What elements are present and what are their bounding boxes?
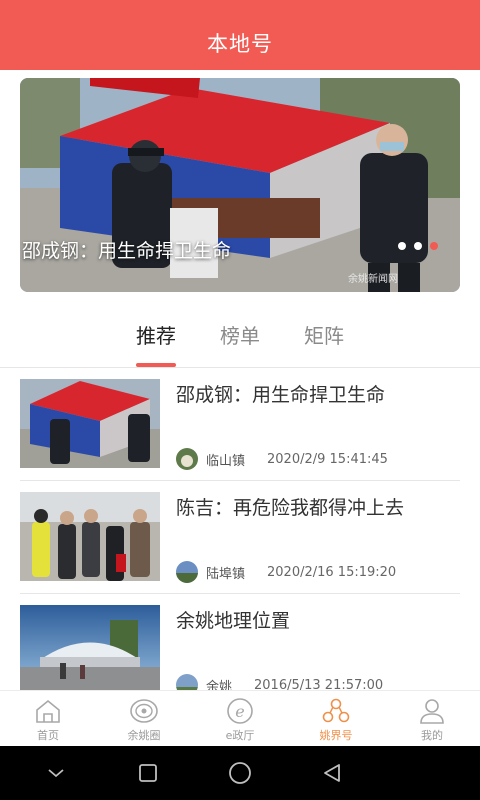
sysbar-spacer [404,753,444,793]
nav-label: 姚界号 [319,729,353,742]
network-icon [322,698,350,723]
carousel-dot[interactable] [398,242,406,250]
tab-label: 推荐 [136,324,176,348]
source-name[interactable]: 临山镇 [206,450,245,469]
recents-button[interactable] [128,753,168,793]
tab-active-indicator [136,363,176,367]
tab-recommend[interactable]: 推荐 [136,310,176,367]
nav-item-home[interactable]: 首页 [0,691,96,746]
news-list: 邵成钢：用生命捍卫生命 临山镇 2020/2/9 15:41:45 陈吉：再危险… [0,368,480,707]
nav-label: 首页 [37,729,59,742]
home-button[interactable] [220,753,260,793]
news-title: 邵成钢：用生命捍卫生命 [176,384,386,406]
list-item[interactable]: 陈吉：再危险我都得冲上去 陆埠镇 2020/2/16 15:19:20 [20,481,460,594]
banner-watermark: 余姚新闻网 [348,274,398,285]
tent-checkpoint-icon [20,379,160,468]
bottom-nav: 首页 余姚圈 e e政厅 姚界号 我的 [0,690,480,746]
news-meta: 陆埠镇 2020/2/16 15:19:20 [176,561,396,583]
tab-ranking[interactable]: 榜单 [220,310,260,367]
chevron-down-icon [48,769,64,778]
source-avatar [176,448,198,470]
carousel-dot[interactable] [414,242,422,250]
back-triangle-icon [324,764,340,782]
header-bar: 本地号 [0,0,480,70]
collapse-button[interactable] [36,753,76,793]
carousel-dot-active[interactable] [430,242,438,250]
circle-icon [130,699,158,723]
timestamp: 2020/2/9 15:41:45 [267,451,388,467]
source-avatar [176,561,198,583]
nav-label: 余姚圈 [127,729,161,742]
tab-label: 榜单 [220,324,260,348]
source-name[interactable]: 陆埠镇 [206,563,245,582]
nav-item-yaojiehao[interactable]: 姚界号 [288,691,384,746]
page-title: 本地号 [207,32,273,56]
nav-item-mine[interactable]: 我的 [384,691,480,746]
nav-label: e政厅 [225,729,255,742]
home-icon [36,699,60,723]
workers-group-icon [20,492,160,581]
app-root: 本地号 邵成钢：用生命捍卫生命 余姚新闻网 推荐 榜单 矩阵 邵成钢：用生命捍卫… [0,0,480,800]
nav-item-circle[interactable]: 余姚圈 [96,691,192,746]
tab-matrix[interactable]: 矩阵 [304,310,344,367]
stadium-dusk-icon [20,605,160,694]
system-nav-bar [0,746,480,800]
list-item[interactable]: 邵成钢：用生命捍卫生命 临山镇 2020/2/9 15:41:45 [20,368,460,481]
category-tabs: 推荐 榜单 矩阵 [0,310,480,368]
timestamp: 2020/2/16 15:19:20 [267,564,397,580]
news-title: 余姚地理位置 [176,610,291,632]
news-meta: 临山镇 2020/2/9 15:41:45 [176,448,388,470]
e-hall-icon: e [227,698,253,724]
nav-label: 我的 [421,729,443,742]
profile-icon [420,699,444,724]
nav-item-ehall[interactable]: e e政厅 [192,691,288,746]
banner-caption[interactable]: 邵成钢：用生命捍卫生命 [22,236,231,263]
tab-label: 矩阵 [304,324,344,348]
circle-home-icon [229,762,251,784]
carousel-indicator [398,242,438,250]
news-title: 陈吉：再危险我都得冲上去 [176,497,405,519]
square-icon [139,764,157,782]
svg-text:e: e [235,702,244,721]
back-button[interactable] [312,753,352,793]
